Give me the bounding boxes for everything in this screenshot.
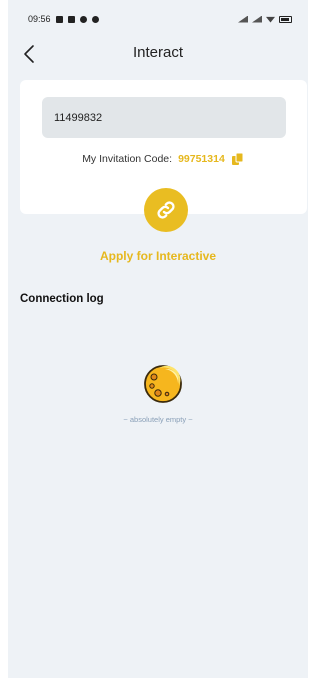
id-input[interactable]: [42, 97, 286, 138]
moon-icon: [143, 364, 183, 404]
signal-icon-2: [252, 15, 262, 23]
status-left: 09:56: [28, 14, 99, 24]
notification-icon: [79, 15, 87, 23]
copy-icon[interactable]: [231, 152, 245, 166]
battery-icon: [279, 15, 292, 23]
status-time: 09:56: [28, 14, 51, 24]
apply-link-button[interactable]: [144, 188, 188, 232]
empty-state-text: ~ absolutely empty ~: [123, 415, 193, 424]
shield-icon: [55, 15, 63, 23]
app-icon: [91, 15, 99, 23]
app-screen: 09:56 Interact My Invitation Code: 99751…: [8, 0, 308, 678]
nav-bar: Interact: [8, 38, 308, 70]
invitation-code: 99751314: [178, 153, 225, 165]
apply-button-label[interactable]: Apply for Interactive: [8, 249, 308, 263]
calendar-icon: [67, 15, 75, 23]
wifi-icon: [266, 16, 275, 23]
connection-log-title: Connection log: [20, 293, 104, 305]
link-icon: [157, 201, 175, 219]
signal-icon: [238, 15, 248, 23]
page-title: Interact: [132, 44, 184, 61]
status-right: [234, 15, 292, 23]
status-bar: 09:56: [8, 0, 308, 38]
invitation-label: My Invitation Code:: [82, 153, 173, 165]
invitation-row: My Invitation Code: 99751314: [20, 152, 307, 166]
